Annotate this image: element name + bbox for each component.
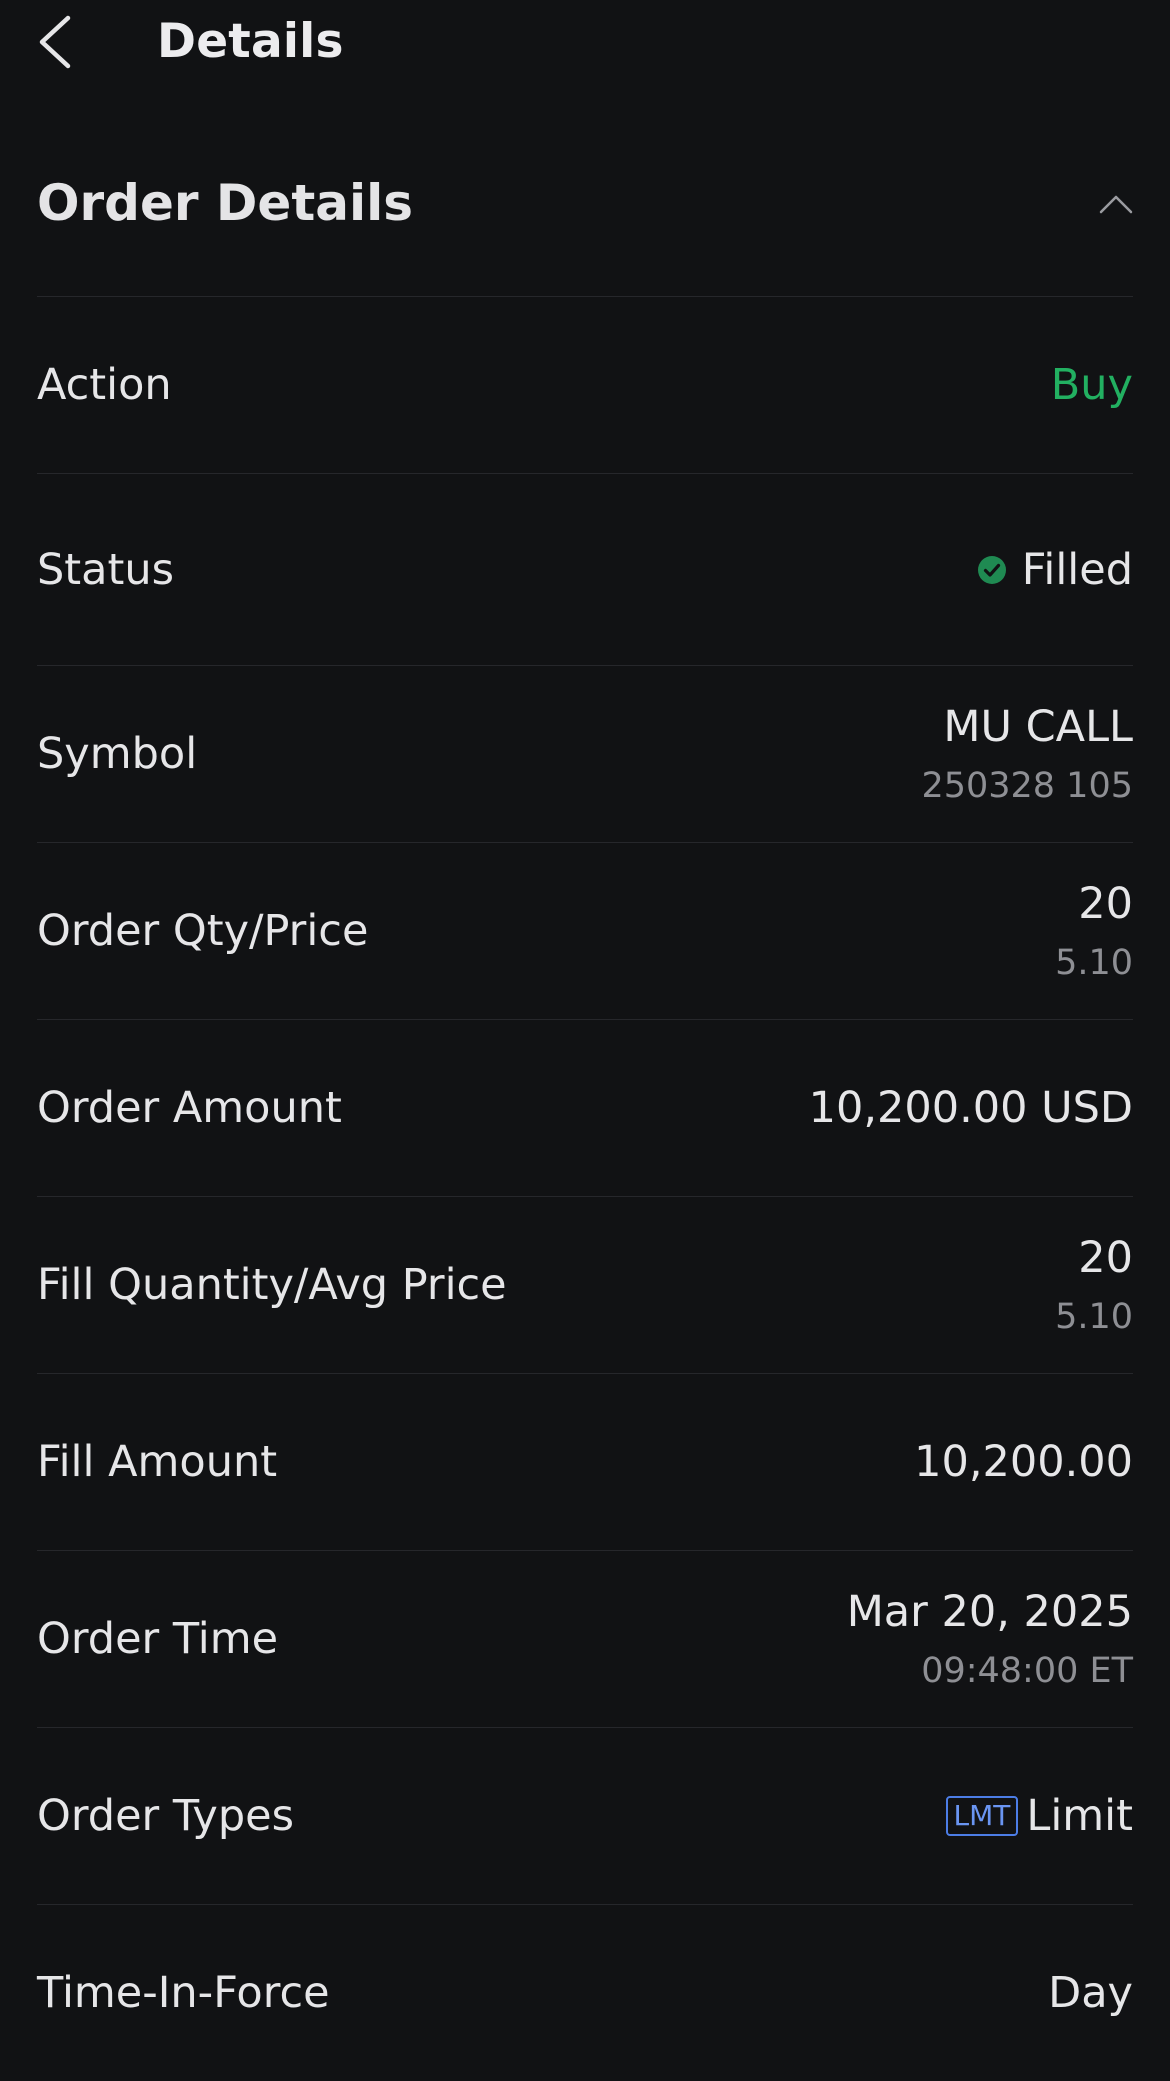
order-price-value: 5.10 — [1055, 943, 1133, 983]
row-action: Action Buy — [37, 296, 1133, 473]
row-order-time: Order Time Mar 20, 2025 09:48:00 ET — [37, 1550, 1133, 1727]
page-title: Details — [157, 14, 344, 69]
section-title: Order Details — [37, 174, 414, 232]
row-symbol: Symbol MU CALL 250328 105 — [37, 665, 1133, 842]
fill-amount-label: Fill Amount — [37, 1437, 278, 1487]
action-value: Buy — [1050, 360, 1133, 410]
action-label: Action — [37, 360, 172, 410]
order-clock-value: 09:48:00 ET — [921, 1651, 1133, 1691]
row-order-qty-price: Order Qty/Price 20 5.10 — [37, 842, 1133, 1019]
order-time-label: Order Time — [37, 1614, 279, 1664]
chevron-left-icon — [39, 15, 71, 69]
order-details-list: Action Buy Status Filled Symbol MU CALL … — [37, 296, 1133, 2081]
symbol-label: Symbol — [37, 729, 198, 779]
fill-qty-value: 20 — [1078, 1233, 1133, 1283]
row-status: Status Filled — [37, 473, 1133, 665]
time-in-force-label: Time-In-Force — [37, 1968, 330, 2018]
status-label: Status — [37, 544, 175, 595]
order-amount-value: 10,200.00 USD — [808, 1083, 1133, 1133]
order-type-value: Limit — [1026, 1791, 1133, 1841]
row-fill-qty-avg: Fill Quantity/Avg Price 20 5.10 — [37, 1196, 1133, 1373]
order-types-label: Order Types — [37, 1791, 295, 1841]
fill-amount-value: 10,200.00 — [914, 1437, 1133, 1487]
order-details-header[interactable]: Order Details — [37, 168, 1133, 238]
status-value: Filled — [1021, 544, 1133, 595]
fill-qty-avg-label: Fill Quantity/Avg Price — [37, 1260, 507, 1310]
order-amount-label: Order Amount — [37, 1083, 342, 1133]
collapse-button[interactable] — [1099, 186, 1133, 220]
lmt-badge: LMT — [945, 1796, 1019, 1836]
order-qty-price-label: Order Qty/Price — [37, 906, 369, 956]
order-date-value: Mar 20, 2025 — [846, 1587, 1133, 1637]
time-in-force-value: Day — [1048, 1968, 1133, 2018]
back-button[interactable] — [36, 14, 76, 70]
top-bar: Details — [0, 0, 1170, 84]
fill-avg-price-value: 5.10 — [1055, 1297, 1133, 1337]
row-fill-amount: Fill Amount 10,200.00 — [37, 1373, 1133, 1550]
row-order-amount: Order Amount 10,200.00 USD — [37, 1019, 1133, 1196]
chevron-up-icon — [1099, 195, 1133, 214]
row-time-in-force: Time-In-Force Day — [37, 1904, 1133, 2081]
order-qty-value: 20 — [1078, 879, 1133, 929]
symbol-sub: 250328 105 — [921, 766, 1133, 806]
symbol-value: MU CALL — [943, 702, 1133, 752]
check-circle-icon — [977, 555, 1006, 584]
row-order-types: Order Types LMT Limit — [37, 1727, 1133, 1904]
